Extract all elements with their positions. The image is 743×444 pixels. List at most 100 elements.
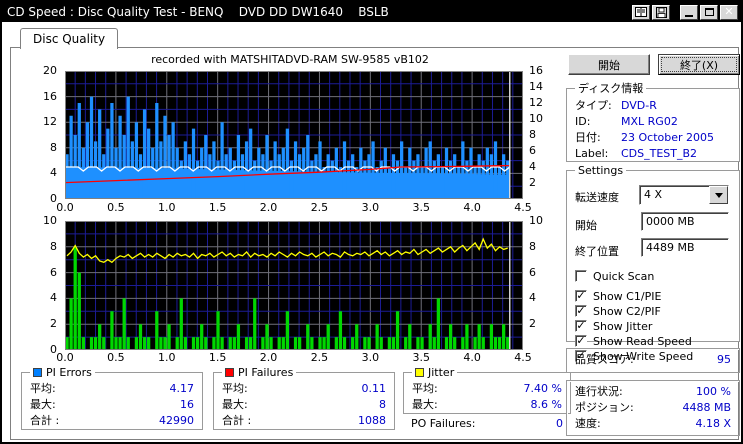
jitter-max: 8.6 % [530,398,562,411]
axis-tick-label: 1.0 [158,201,176,214]
quality-score-value: 95 [717,353,731,366]
checkbox-icon: ✓ [575,304,587,317]
book-icon[interactable] [632,4,650,20]
jitter-average: 7.40 % [523,382,562,395]
axis-tick-label: 4 [50,291,57,305]
axis-tick-label: 2.0 [259,201,278,214]
checkbox-show-read-speed[interactable]: ✓ Show Read Speed [575,334,692,348]
bottom-chart-x-axis: 0.0 0.5 1.0 1.5 2.0 2.5 3.0 3.5 4.0 4.5 [56,351,532,364]
axis-tick-label: 20 [43,64,57,77]
book-icon-glyph [635,7,647,17]
top-chart-left-axis: 0 4 8 12 16 20 [31,64,61,205]
start-pos-input[interactable]: 0000 MB [641,212,729,231]
axis-tick-label: 2.5 [310,201,329,214]
po-failures-label: PO Failures: [411,417,476,430]
checkbox-show-jitter[interactable]: ✓ Show Jitter [575,319,652,333]
checkbox-quick-scan[interactable]: ✓Quick Scan [575,269,654,283]
window-title: CD Speed : Disc Quality Test - BENQ DVD … [7,5,389,19]
axis-tick-label: 3.5 [412,351,430,364]
tab-label: Disc Quality [33,32,106,46]
settings-group: Settings 転送速度 4 X 開始 0000 MB 終了位置 4489 M… [566,164,740,363]
axis-tick-label: 16 [529,64,543,77]
axis-tick-label: 10 [43,214,57,227]
pie-average: 4.17 [169,382,195,395]
axis-tick-label: 6 [529,265,536,279]
disc-date: 23 October 2005 [621,131,715,144]
disc-info-group: ディスク情報 タイプ: DVD-R ID: MXL RG02 日付: 23 Octob… [566,80,740,162]
pif-average: 0.11 [361,382,387,395]
axis-tick-label: 12 [529,96,543,109]
pie-chart-svg [65,71,523,199]
axis-tick-label: 10 [529,214,543,227]
position-value: 4488 MB [682,401,731,414]
exit-button[interactable]: 終了(X) [658,54,740,75]
axis-tick-label: 16 [43,89,57,103]
axis-tick-label: 12 [43,115,57,129]
axis-tick-label: 14 [529,80,543,93]
axis-tick-label: 4 [529,160,536,173]
pie-total: 42990 [159,414,194,427]
stat-row: 平均: 0.11 [222,382,387,395]
quality-score-label: 品質スコア: [575,353,634,366]
disc-info-legend: ディスク情報 [578,82,644,95]
start-button[interactable]: 開始 [568,54,650,75]
pie-max: 16 [180,398,194,411]
axis-tick-label: 2 [50,317,57,331]
stat-row: 最大: 8.6 % [412,398,562,411]
checkbox-show-c1-pie[interactable]: ✓ Show C1/PIE [575,289,661,303]
pi-errors-group: PI Errors 平均: 4.17 最大: 16 合計 :42990 [21,366,203,430]
checkbox-icon: ✓ [575,334,587,347]
axis-tick-label: 10 [529,112,543,125]
axis-tick-label: 3.0 [361,201,380,214]
start-pos-label: 開始 [575,219,597,232]
bottom-chart-left-axis: 0 2 4 6 8 10 [31,214,61,356]
pif-chart-svg [65,221,523,350]
bottom-chart-right-axis: 2 4 6 8 10 [526,214,554,350]
progress-box: 進行状況: 100 % ポジション: 4488 MB 速度: 4.18 X [566,380,740,436]
close-button[interactable]: ✕ [720,4,738,20]
speed-value: 4 X [644,188,663,201]
axis-tick-label: 4.5 [514,201,532,214]
stat-row: 合計 :1088 [222,414,386,427]
axis-tick-label: 1.0 [158,351,176,364]
axis-tick-label: 3.0 [361,351,380,364]
speed-select[interactable]: 4 X [639,185,729,205]
pi-errors-legend: PI Errors [46,366,92,379]
minimize-icon [685,14,693,17]
maximize-icon [704,8,714,16]
disc-id: MXL RG02 [621,115,678,128]
axis-tick-label: 4 [529,291,536,305]
axis-tick-label: 0.5 [107,201,125,214]
axis-tick-label: 1.5 [208,201,227,214]
jitter-group: Jitter 平均: 7.40 % 最大: 8.6 % [403,366,571,414]
pif-total: 1088 [358,414,386,427]
speed-current-value: 4.18 X [695,417,731,430]
stat-row: 最大: 16 [30,398,194,411]
po-failures-value: 0 [556,417,563,430]
axis-tick-label: 2 [529,176,536,189]
axis-tick-label: 2.0 [259,351,278,364]
pif-chart-plot [65,221,523,350]
po-failures-row: PO Failures: 0 [411,416,563,432]
save-icon-glyph [655,6,667,18]
pi-failures-legend: PI Failures [238,366,294,379]
pi-errors-legend-swatch [33,368,42,377]
save-icon[interactable] [652,4,670,20]
maximize-button[interactable] [700,4,718,20]
stat-row: 最大: 8 [222,398,386,411]
disc-quality-panel: recorded with MATSHITADVD-RAM SW-9585 vB… [10,47,740,440]
settings-legend: Settings [578,164,624,177]
checkbox-show-c2-pif[interactable]: ✓ Show C2/PIF [575,304,661,318]
axis-tick-label: 8 [50,239,57,253]
disc-label: CDS_TEST_B2 [621,147,698,160]
end-pos-input[interactable]: 4489 MB [641,238,729,257]
axis-tick-label: 8 [529,128,536,141]
axis-tick-label: 8 [529,239,536,253]
axis-tick-label: 0.5 [107,351,125,364]
jitter-legend: Jitter [428,366,455,379]
speed-dropdown-button[interactable] [709,186,728,204]
axis-tick-label: 4 [50,166,57,180]
minimize-button[interactable] [680,4,698,20]
chart-title: recorded with MATSHITADVD-RAM SW-9585 vB… [151,53,429,66]
tab-disc-quality[interactable]: Disc Quality [20,28,119,49]
